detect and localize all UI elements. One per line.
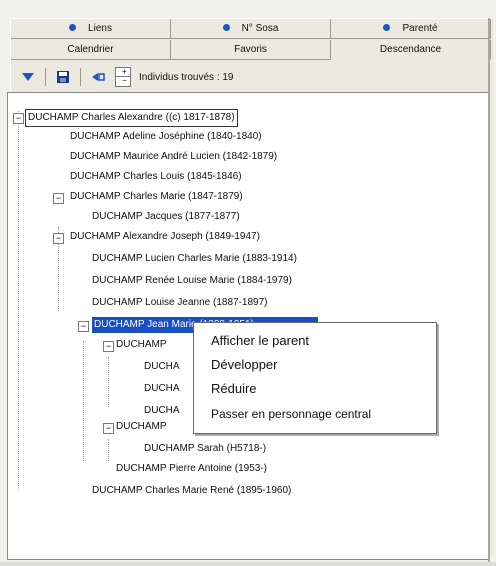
tree-node[interactable]: DUCHAMP Lucien Charles Marie (1883-1914) [92,251,297,267]
tree-node[interactable]: DUCHAMP Charles Marie René (1895-1960) [92,483,291,499]
tree-node[interactable]: DUCHAMP Charles Louis (1845-1846) [70,169,242,185]
bullet-icon [69,23,77,31]
tree-node[interactable]: DUCHAMP Alexandre Joseph (1849-1947) [70,229,260,245]
tab-row-bottom: Calendrier Favoris Descendance [11,40,491,60]
results-count: Individus trouvés : 19 [139,71,234,83]
window-border [0,562,496,566]
tree-node[interactable]: DUCHAMP Renée Louise Marie (1884-1979) [92,273,292,289]
collapse-icon[interactable]: − [103,423,114,434]
tree-line [18,111,19,490]
tab-liens[interactable]: Liens [11,19,171,39]
collapse-icon[interactable]: − [78,321,89,332]
menu-item-personnage-central[interactable]: Passer en personnage central [211,405,371,423]
save-icon[interactable] [54,68,72,86]
filter-icon[interactable] [19,68,37,86]
spin-icon[interactable]: + − [115,67,131,87]
tab-calendrier[interactable]: Calendrier [11,40,171,60]
tree-node[interactable]: DUCHAMP Pierre Antoine (1953-) [116,461,267,477]
tree-node[interactable]: DUCHAMP Adeline Joséphine (1840-1840) [70,129,262,145]
tree-node[interactable]: DUCHAMP Sarah (H5718-) [144,441,266,457]
tree-node[interactable]: DUCHAMP Maurice André Lucien (1842-1879) [70,149,277,165]
bullet-icon [383,23,391,31]
tree-node[interactable]: DUCHAMP Louise Jeanne (1887-1897) [92,295,267,311]
tab-row-top: Liens N° Sosa Parenté [11,19,491,39]
tab-favoris[interactable]: Favoris [171,40,331,60]
menu-item-reduire[interactable]: Réduire [211,380,257,398]
menu-item-developper[interactable]: Développer [211,356,278,374]
toolbar-separator [80,68,81,86]
tree-line [83,341,84,461]
toolbar-separator [45,68,46,86]
collapse-icon[interactable]: − [53,233,64,244]
tab-parente[interactable]: Parenté [331,19,491,39]
tab-descendance[interactable]: Descendance [331,40,491,60]
collapse-icon[interactable]: − [103,341,114,352]
tab-sosa[interactable]: N° Sosa [171,19,331,39]
tree-node[interactable]: DUCHA [144,381,180,397]
refresh-icon[interactable] [89,68,107,86]
tree-line [108,439,109,461]
tree-node[interactable]: DUCHA [144,403,180,419]
window-border [488,18,490,563]
tree-node[interactable]: DUCHAMP [116,419,167,435]
menu-item-afficher-parent[interactable]: Afficher le parent [211,332,309,350]
tree-node[interactable]: DUCHA [144,359,180,375]
tree-node[interactable]: DUCHAMP Charles Alexandre ((c) 1817-1878… [25,109,238,127]
tree-node[interactable]: DUCHAMP Jacques (1877-1877) [92,209,240,225]
bullet-icon [222,23,230,31]
context-menu: Afficher le parent Développer Réduire Pa… [193,322,437,434]
tree-node[interactable]: DUCHAMP [116,337,167,353]
tree-node[interactable]: DUCHAMP Charles Marie (1847-1879) [70,189,243,205]
toolbar: + − Individus trouvés : 19 [19,65,489,89]
collapse-icon[interactable]: − [53,193,64,204]
tree-line [108,357,109,407]
collapse-icon[interactable]: − [13,113,24,124]
